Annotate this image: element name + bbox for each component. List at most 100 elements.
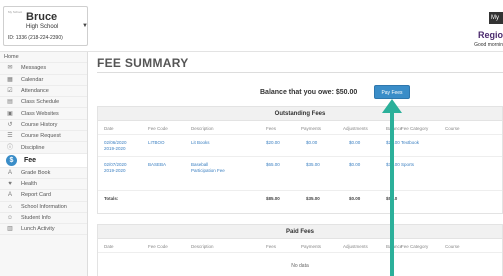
sidebar-item-class-schedule[interactable]: ▤ Class Schedule — [0, 97, 87, 109]
sidebar-item-calendar[interactable]: ▦ Calendar — [0, 75, 87, 86]
col-fees: Fees — [266, 126, 277, 131]
row-description[interactable]: Baseball Participation Fee — [191, 162, 227, 174]
row-year: 2019-2020 — [104, 146, 126, 151]
row-adjustments: $0.00 — [349, 162, 361, 167]
col-description: Description — [191, 126, 214, 131]
sidebar-item-label: Fee — [24, 156, 37, 164]
annotation-arrow-head — [382, 99, 402, 113]
sidebar-item-discipline[interactable]: ⓘ Discipline — [0, 142, 87, 154]
table-row[interactable]: 02/07/2020 2019-2020 BASEBA Baseball Par… — [98, 157, 502, 191]
grade-book-icon: A — [7, 169, 12, 176]
course-request-icon: ☰ — [7, 133, 13, 140]
annotation-arrow-shaft — [390, 103, 394, 276]
sidebar: Home ✉ Messages ▦ Calendar ☑ Attendance ▤ Cl… — [0, 52, 88, 276]
school-information-icon: ⌂ — [8, 203, 12, 210]
row-date[interactable]: 02/07/2020 — [104, 162, 127, 167]
sidebar-item-label: Class Websites — [21, 110, 59, 117]
attendance-icon: ☑ — [7, 88, 13, 95]
row-fees: $20.00 — [266, 140, 280, 145]
totals-label: Totals: — [104, 196, 119, 201]
user-menu[interactable]: My — [489, 12, 503, 24]
row-fee-category[interactable]: Sports — [401, 162, 414, 167]
sidebar-item-report-card[interactable]: A Report Card — [0, 190, 87, 202]
student-info-icon: ☺ — [6, 215, 14, 221]
sidebar-item-label: Home — [4, 54, 19, 61]
row-fee-code[interactable]: LITBOO — [148, 140, 165, 145]
col-description: Description — [191, 244, 214, 249]
paid-column-headers: Date Fee Code Description Fees Payments … — [98, 239, 502, 253]
sidebar-item-label: Lunch Activity — [21, 226, 55, 233]
sidebar-item-grade-book[interactable]: A Grade Book — [0, 168, 87, 179]
totals-adjustments: $0.00 — [349, 196, 361, 201]
totals-payments: $35.00 — [306, 196, 320, 201]
sidebar-item-label: Messages — [21, 65, 47, 72]
sidebar-item-lunch-activity[interactable]: ▥ Lunch Activity — [0, 224, 87, 236]
top-bar: My School Bruce High School ID: 1336 (21… — [0, 0, 503, 52]
balance-text: Balance that you owe: $50.00 — [260, 89, 358, 96]
col-payments: Payments — [301, 244, 322, 249]
sidebar-item-student-info[interactable]: ☺ Student Info — [0, 213, 87, 225]
col-balance: Balance — [386, 244, 403, 249]
school-subtitle: High School — [26, 24, 59, 30]
col-course: Course — [445, 126, 460, 131]
outstanding-fees-panel: Outstanding Fees Date Fee Code Descripti… — [97, 106, 503, 214]
col-fee-category: Fee Category — [401, 244, 429, 249]
col-balance: Balance — [386, 126, 403, 131]
row-fee-category[interactable]: Textbook — [401, 140, 419, 145]
sidebar-item-course-request[interactable]: ☰ Course Request — [0, 131, 87, 143]
sidebar-item-label: Calendar — [21, 76, 44, 83]
row-payments: $35.00 — [306, 162, 320, 167]
sidebar-item-fee[interactable]: $ Fee — [0, 153, 87, 168]
col-fee-category: Fee Category — [401, 126, 429, 131]
col-adjustments: Adjustments — [343, 126, 368, 131]
lunch-activity-icon: ▥ — [7, 226, 13, 233]
paid-fees-heading: Paid Fees — [98, 225, 502, 239]
page-title: FEE SUMMARY — [97, 56, 189, 70]
col-fees: Fees — [266, 244, 277, 249]
col-payments: Payments — [301, 126, 322, 131]
chevron-down-icon[interactable]: ▼ — [82, 23, 88, 29]
row-fees: $65.00 — [266, 162, 280, 167]
sidebar-item-course-history[interactable]: ↺ Course History — [0, 120, 87, 132]
col-course: Course — [445, 244, 460, 249]
sidebar-item-class-websites[interactable]: ▣ Class Websites — [0, 108, 87, 120]
paid-fees-panel: Paid Fees Date Fee Code Description Fees… — [97, 224, 503, 276]
col-date: Date — [104, 244, 114, 249]
school-selector[interactable]: My School Bruce High School ID: 1336 (21… — [3, 6, 88, 46]
report-card-icon: A — [7, 192, 12, 199]
sidebar-item-messages[interactable]: ✉ Messages — [0, 63, 87, 75]
col-fee-code: Fee Code — [148, 244, 168, 249]
row-description[interactable]: Lit Books — [191, 140, 210, 145]
sidebar-item-label: Student Info — [21, 215, 51, 221]
class-schedule-icon: ▤ — [7, 99, 13, 106]
row-fee-code[interactable]: BASEBA — [148, 162, 166, 167]
sidebar-item-health[interactable]: ♥ Health — [0, 179, 87, 191]
totals-fees: $85.00 — [266, 196, 280, 201]
sidebar-item-label: Health — [21, 181, 37, 188]
sidebar-item-label: Course History — [21, 121, 58, 128]
sidebar-item-label: Class Schedule — [21, 99, 60, 106]
sidebar-item-attendance[interactable]: ☑ Attendance — [0, 86, 87, 98]
sidebar-item-label: Discipline — [21, 144, 45, 151]
fee-icon: $ — [6, 154, 17, 166]
row-year: 2019-2020 — [104, 168, 126, 173]
totals-row: Totals: $85.00 $35.00 $0.00 $50.0 — [98, 191, 502, 205]
region-title: Regio — [477, 30, 503, 40]
title-divider — [97, 72, 503, 73]
sidebar-item-home[interactable]: Home — [0, 52, 87, 64]
class-websites-icon: ▣ — [7, 110, 13, 117]
pay-fees-button[interactable]: Pay Fees — [374, 85, 410, 99]
sidebar-item-school-information[interactable]: ⌂ School Information — [0, 202, 87, 213]
school-name: Bruce — [26, 11, 58, 23]
table-row[interactable]: 02/06/2020 2019-2020 LITBOO Lit Books $2… — [98, 135, 502, 157]
col-date: Date — [104, 126, 114, 131]
col-adjustments: Adjustments — [343, 244, 368, 249]
outstanding-fees-heading: Outstanding Fees — [98, 107, 502, 121]
row-adjustments: $0.00 — [349, 140, 361, 145]
sidebar-item-label: Attendance — [21, 88, 49, 95]
row-payments: $0.00 — [306, 140, 318, 145]
calendar-icon: ▦ — [7, 76, 13, 83]
row-date[interactable]: 02/06/2020 — [104, 140, 127, 145]
health-icon: ♥ — [8, 181, 12, 188]
col-fee-code: Fee Code — [148, 126, 168, 131]
